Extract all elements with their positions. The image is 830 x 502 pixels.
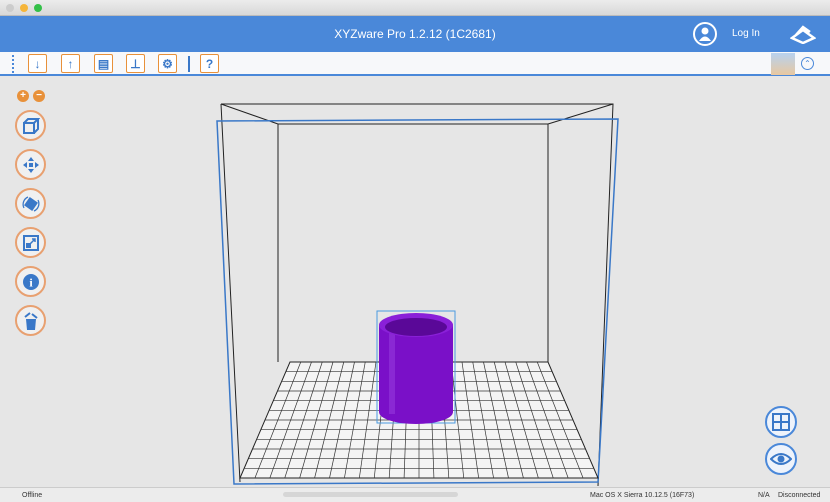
connection-status: Offline (22, 492, 43, 499)
close-window-button[interactable] (6, 4, 14, 12)
model-cylinder[interactable] (376, 310, 456, 424)
xyz-logo-icon (790, 25, 816, 44)
settings-button[interactable]: ⚙ (158, 54, 177, 73)
user-avatar-icon[interactable] (693, 22, 717, 46)
toolbar-divider (188, 56, 190, 72)
toolbar: ↓ ↑ ▤ ⊥ ⚙ ? ⌃ (0, 52, 830, 76)
toolbar-grip[interactable] (12, 55, 14, 73)
help-button[interactable]: ? (200, 54, 219, 73)
grid-view-icon (772, 413, 790, 431)
save-button[interactable]: ▤ (94, 54, 113, 73)
window-titlebar (0, 0, 830, 16)
view-mode-button[interactable] (765, 443, 797, 475)
3d-viewport[interactable] (0, 78, 830, 488)
login-link[interactable]: Log In (732, 28, 760, 39)
multi-view-button[interactable] (765, 406, 797, 438)
minimize-window-button[interactable] (20, 4, 28, 12)
printer-status: Disconnected (778, 492, 821, 499)
print-button[interactable]: ⊥ (126, 54, 145, 73)
print-preview-button[interactable] (771, 53, 795, 75)
os-version: Mac OS X Sierra 10.12.5 (16F73) (590, 492, 695, 499)
na-label: N/A (758, 492, 770, 499)
status-bar: Offline Mac OS X Sierra 10.12.5 (16F73) … (0, 487, 830, 502)
eye-icon (770, 453, 792, 465)
collapse-toolbar-icon[interactable]: ⌃ (801, 57, 814, 70)
import-button[interactable]: ↓ (28, 54, 47, 73)
zoom-window-button[interactable] (34, 4, 42, 12)
progress-bar (283, 492, 458, 497)
app-header: XYZware Pro 1.2.12 (1C2681) Log In (0, 16, 830, 52)
export-button[interactable]: ↑ (61, 54, 80, 73)
